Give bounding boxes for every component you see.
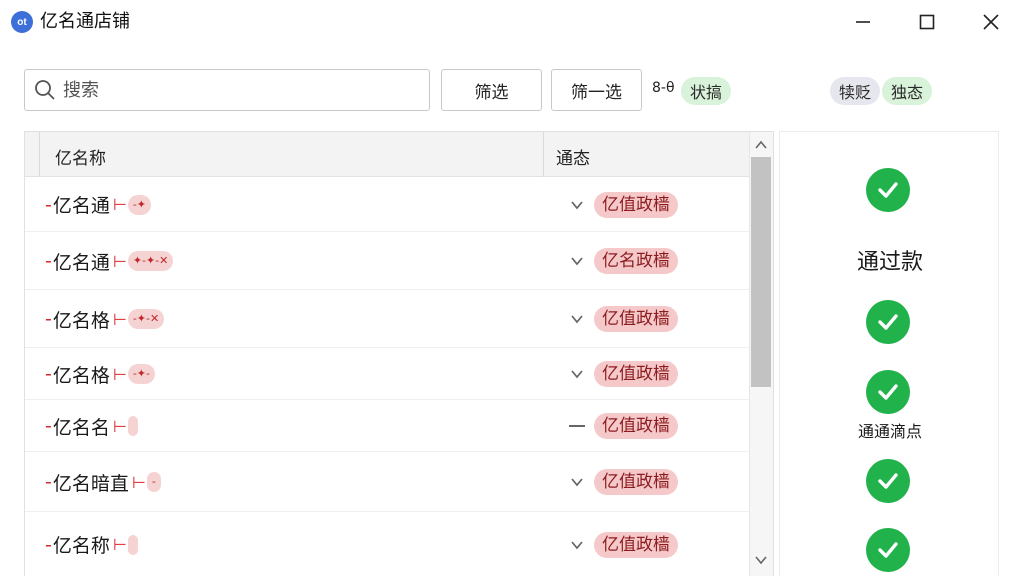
red-dash-mark: -: [45, 193, 52, 216]
title-bar: ot 亿名通店铺: [0, 0, 1024, 44]
row-name-label: 亿名名: [52, 416, 110, 439]
store-table: 亿名称 通态 - 亿名通 ⊢ -✦ 亿值政樯 - 亿名通 ⊢ ✦-✦-✕ 亿名政樯 - 亿名格 ⊢ -✦-…: [24, 131, 774, 576]
red-dash-mark: -: [45, 415, 52, 437]
scrollbar-thumb[interactable]: [751, 157, 771, 387]
row-name-cell: - 亿名格 ⊢ -✦-✕: [45, 306, 165, 332]
row-name-label: 亿名格: [52, 309, 110, 332]
row-name-cell: - 亿名通 ⊢ -✦: [45, 192, 151, 218]
filter-button[interactable]: 筛选: [441, 69, 542, 111]
status-badge: 亿值政樯: [594, 306, 678, 332]
app-logo-icon: ot: [11, 11, 33, 33]
chevron-down-icon[interactable]: [569, 537, 585, 553]
table-row[interactable]: - 亿名名 ⊢ 亿值政樯: [25, 400, 749, 452]
row-tag-chip: ✦-✦-✕: [127, 251, 174, 271]
row-name-label: 亿名通: [52, 251, 110, 274]
row-name-cell: - 亿名称 ⊢: [45, 532, 138, 558]
red-marker-icon: ⊢: [112, 364, 127, 384]
row-name-cell: - 亿名名 ⊢: [45, 413, 138, 439]
table-row[interactable]: - 亿名通 ⊢ ✦-✦-✕ 亿名政樯: [25, 232, 749, 290]
minimize-button[interactable]: [840, 6, 886, 38]
red-dash-mark: -: [45, 363, 52, 385]
row-tag-chip: -✦-✕: [127, 309, 165, 329]
row-name-cell: - 亿名暗直 ⊢ -: [45, 469, 161, 495]
maximize-icon: [919, 14, 935, 30]
row-name-cell: - 亿名通 ⊢ ✦-✦-✕: [45, 248, 174, 274]
header-divider: [39, 132, 40, 177]
header-divider: [543, 132, 544, 177]
filter-select-button[interactable]: 筛一选: [551, 69, 642, 111]
vertical-scrollbar[interactable]: [749, 132, 773, 576]
red-dash-mark: -: [45, 308, 52, 330]
row-name-cell: - 亿名格 ⊢ -✦-: [45, 361, 155, 387]
table-row[interactable]: - 亿名称 ⊢ 亿值政樯: [25, 512, 749, 576]
status-badge: 亿值政樯: [594, 531, 678, 558]
search-icon: [35, 80, 55, 100]
row-tag-chip: -: [146, 472, 161, 492]
scroll-up-icon[interactable]: [753, 137, 769, 153]
row-tag-chip: -✦-: [127, 364, 155, 384]
chevron-down-icon[interactable]: [569, 197, 585, 213]
red-dash-mark: -: [45, 250, 52, 272]
red-dash-mark: -: [45, 471, 52, 493]
row-name-label: 亿名格: [52, 364, 110, 387]
status-prefix: 8-θ: [652, 80, 675, 96]
status-badge: 亿值政樯: [594, 191, 678, 218]
table-row[interactable]: - 亿名格 ⊢ -✦- 亿值政樯: [25, 348, 749, 400]
row-tag-chip: [127, 416, 138, 436]
chevron-down-icon[interactable]: [569, 366, 585, 382]
red-marker-icon: ⊢: [112, 416, 127, 436]
row-name-label: 亿名称: [52, 535, 110, 557]
close-icon: [983, 14, 999, 30]
row-name-label: 亿名通: [52, 195, 110, 217]
chip-a[interactable]: 犊贬: [830, 77, 881, 105]
check-circle-icon: [866, 528, 910, 572]
chevron-down-icon[interactable]: [569, 253, 585, 269]
maximize-button[interactable]: [904, 6, 950, 38]
red-marker-icon: ⊢: [112, 195, 127, 214]
red-dash-mark: -: [45, 533, 52, 556]
status-chip[interactable]: 状搞: [681, 77, 732, 105]
table-row[interactable]: - 亿名格 ⊢ -✦-✕ 亿值政樯: [25, 290, 749, 348]
status-side-panel: 通过款 通通滴点: [779, 131, 999, 576]
window-title: 亿名通店铺: [40, 11, 130, 32]
column-header-name[interactable]: 亿名称: [55, 144, 106, 169]
red-marker-icon: ⊢: [131, 472, 146, 492]
close-button[interactable]: [968, 6, 1014, 38]
red-marker-icon: ⊢: [112, 309, 127, 329]
search-input[interactable]: [63, 79, 403, 101]
status-badge: 亿名政樯: [594, 248, 678, 274]
side-panel-title: 通过款: [856, 250, 923, 275]
row-tag-chip: [127, 534, 138, 555]
check-circle-icon: [866, 459, 910, 503]
side-panel-subtitle: 通通滴点: [857, 422, 922, 441]
check-circle-icon: [866, 168, 910, 212]
collapse-dash-icon[interactable]: [569, 425, 585, 427]
table-row[interactable]: - 亿名暗直 ⊢ - 亿值政樯: [25, 452, 749, 512]
status-badge: 亿值政樯: [594, 469, 678, 495]
chevron-down-icon[interactable]: [569, 311, 585, 327]
row-name-label: 亿名暗直: [52, 472, 129, 495]
minimize-icon: [856, 21, 870, 23]
table-row[interactable]: - 亿名通 ⊢ -✦ 亿值政樯: [25, 177, 749, 232]
status-badge: 亿值政樯: [594, 361, 678, 387]
red-marker-icon: ⊢: [112, 251, 127, 271]
chevron-down-icon[interactable]: [569, 474, 585, 490]
check-circle-icon: [866, 300, 910, 344]
row-tag-chip: -✦: [127, 194, 151, 215]
search-box[interactable]: [24, 69, 430, 111]
red-marker-icon: ⊢: [112, 535, 127, 554]
toolbar: 筛选 筛一选 8-θ 状搞 犊贬 独态: [0, 60, 1024, 116]
table-header: 亿名称 通态: [25, 132, 749, 177]
check-circle-icon: [866, 370, 910, 414]
scroll-down-icon[interactable]: [753, 552, 769, 568]
chip-b[interactable]: 独态: [882, 77, 933, 105]
status-badge: 亿值政樯: [594, 413, 678, 439]
column-header-status[interactable]: 通态: [556, 144, 590, 169]
